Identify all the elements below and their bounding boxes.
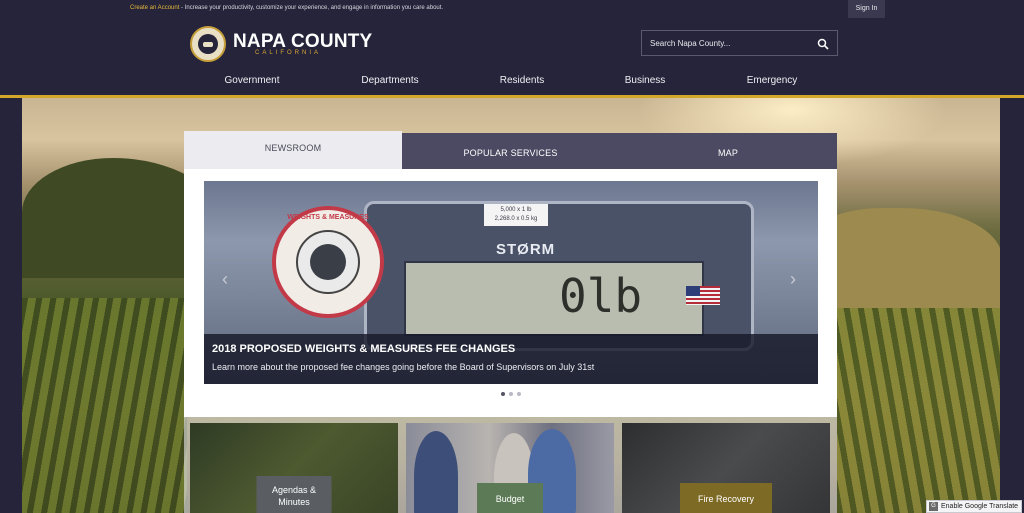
feature-cards: Agendas & Minutes Budget Fire Recovery — [184, 417, 837, 513]
tab-map[interactable]: MAP — [619, 133, 837, 169]
scale-tag-line1: 5,000 x 1 lb — [500, 207, 532, 213]
account-message-text: - Increase your productivity, customize … — [179, 5, 444, 11]
tab-newsroom[interactable]: NEWSROOM — [184, 131, 402, 169]
search-box[interactable]: Search Napa County... — [641, 30, 838, 56]
nav-item-business[interactable]: Business — [625, 75, 666, 86]
content-tabs: NEWSROOM POPULAR SERVICES MAP — [184, 131, 837, 169]
card-label-budget[interactable]: Budget — [477, 483, 543, 513]
carousel-dot-3[interactable] — [516, 392, 521, 396]
tab-popular-services[interactable]: POPULAR SERVICES — [402, 133, 619, 169]
site-subtitle: CALIFORNIA — [255, 50, 322, 56]
us-flag-icon — [686, 286, 720, 305]
translate-icon: G — [929, 502, 938, 511]
nav-item-departments[interactable]: Departments — [361, 75, 418, 86]
account-message: Create an Account - Increase your produc… — [130, 5, 443, 11]
search-icon[interactable] — [817, 38, 829, 50]
card-budget[interactable]: Budget — [406, 423, 614, 513]
person-image — [414, 431, 458, 513]
scale-tag: 5,000 x 1 lb 2,268.0 x 0.5 kg — [484, 204, 548, 226]
slide-caption[interactable]: 2018 PROPOSED WEIGHTS & MEASURES FEE CHA… — [204, 334, 818, 384]
scale-display — [404, 261, 704, 336]
card-label-agendas[interactable]: Agendas & Minutes — [256, 476, 332, 513]
scale-digits: 0lb — [559, 269, 643, 323]
carousel-indicators — [184, 392, 837, 396]
google-translate-label[interactable]: Enable Google Translate — [941, 503, 1018, 510]
carousel-dot-1[interactable] — [500, 392, 505, 396]
search-input[interactable]: Search Napa County... — [650, 39, 730, 48]
nav-item-residents[interactable]: Residents — [500, 75, 544, 86]
slide-description: Learn more about the proposed fee change… — [212, 362, 595, 372]
main-nav: Government Departments Residents Busines… — [0, 75, 1024, 93]
utility-bar: Create an Account - Increase your produc… — [0, 0, 1024, 20]
county-seal-icon[interactable] — [190, 26, 226, 62]
slide-headline[interactable]: 2018 PROPOSED WEIGHTS & MEASURES FEE CHA… — [212, 343, 515, 355]
carousel-dot-2[interactable] — [508, 392, 513, 396]
carousel-prev-icon[interactable]: ‹ — [222, 269, 228, 290]
seal-text: WEIGHTS & MEASURES — [287, 214, 369, 221]
newsroom-panel: 5,000 x 1 lb 2,268.0 x 0.5 kg STØRM 0lb … — [184, 169, 837, 417]
create-account-link[interactable]: Create an Account — [130, 5, 179, 11]
carousel-next-icon[interactable]: › — [790, 269, 796, 290]
weights-measures-seal-icon: WEIGHTS & MEASURES — [272, 206, 384, 318]
google-translate-button[interactable]: G Enable Google Translate — [926, 500, 1022, 513]
nav-item-emergency[interactable]: Emergency — [747, 75, 798, 86]
nav-item-government[interactable]: Government — [224, 75, 279, 86]
sign-in-button[interactable]: Sign In — [848, 0, 885, 18]
card-agendas-minutes[interactable]: Agendas & Minutes — [190, 423, 398, 513]
scale-tag-line2: 2,268.0 x 0.5 kg — [494, 216, 538, 222]
card-fire-recovery[interactable]: Fire Recovery — [622, 423, 830, 513]
card-label-fire-recovery[interactable]: Fire Recovery — [680, 483, 772, 513]
news-carousel-slide[interactable]: 5,000 x 1 lb 2,268.0 x 0.5 kg STØRM 0lb … — [204, 181, 818, 384]
scale-brand: STØRM — [496, 241, 556, 258]
